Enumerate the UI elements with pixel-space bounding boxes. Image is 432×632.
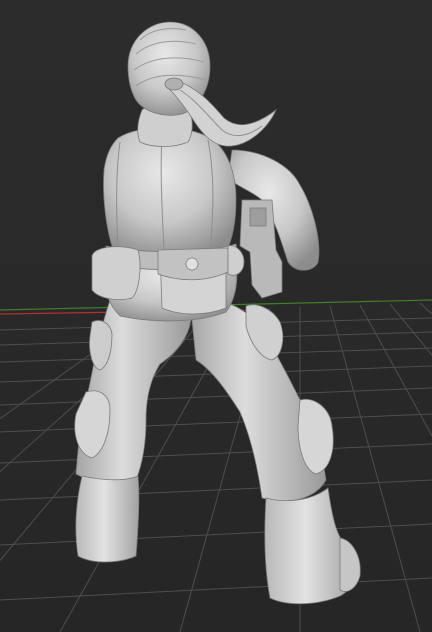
- pouch-snap: [185, 257, 199, 271]
- 3d-viewport[interactable]: [0, 0, 432, 632]
- belt-pouch-left: [91, 246, 141, 300]
- viewport-canvas[interactable]: [0, 0, 432, 632]
- torso: [103, 127, 237, 257]
- left-boot: [75, 475, 140, 563]
- gun-slide-ridges: [249, 207, 267, 227]
- hair-tie: [164, 77, 184, 91]
